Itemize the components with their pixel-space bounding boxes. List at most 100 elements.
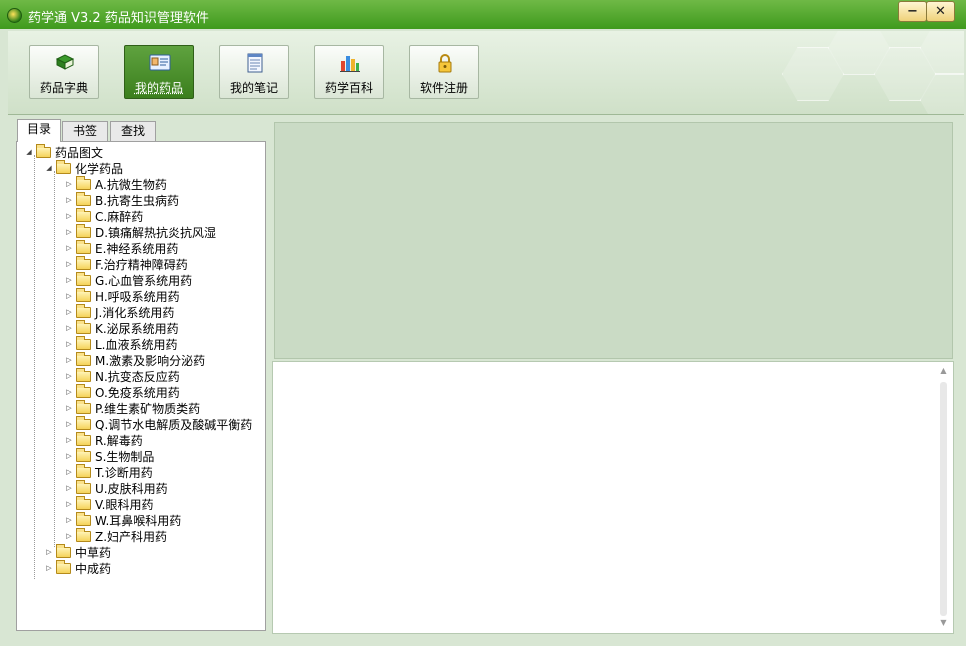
collapse-arrow-icon[interactable]: ◢ [25, 148, 33, 156]
scrollbar-track[interactable] [940, 382, 947, 616]
folder-icon [76, 351, 91, 366]
expand-arrow-icon[interactable]: ▷ [65, 212, 73, 220]
tree-node-label: K.泌尿系统用药 [95, 321, 179, 336]
tree-node-category[interactable]: ▷ V.眼科用药 [65, 495, 154, 512]
vertical-scrollbar[interactable]: ▲ ▼ [937, 366, 950, 628]
lock-icon [438, 54, 452, 73]
folder-icon [76, 207, 91, 222]
scroll-down-icon[interactable]: ▼ [937, 618, 950, 628]
expand-arrow-icon[interactable]: ▷ [65, 484, 73, 492]
folder-icon [76, 175, 91, 190]
minimize-button[interactable]: − [898, 1, 927, 22]
tree-node-label: E.神经系统用药 [95, 241, 179, 256]
tree-node-category[interactable]: ▷ H.呼吸系统用药 [65, 287, 180, 304]
tree-node-category[interactable]: ▷ O.免疫系统用药 [65, 383, 180, 400]
tree-node-category[interactable]: ▷ E.神经系统用药 [65, 239, 179, 256]
tree-node-label: T.诊断用药 [95, 465, 153, 480]
expand-arrow-icon[interactable]: ▷ [65, 356, 73, 364]
tree-node-category[interactable]: ▷ F.治疗精神障碍药 [65, 255, 188, 272]
folder-icon [76, 287, 91, 302]
expand-arrow-icon[interactable]: ▷ [65, 468, 73, 476]
tree-node-root[interactable]: ◢ 药品图文 [25, 143, 104, 160]
tree-node-category[interactable]: ▷ S.生物制品 [65, 447, 155, 464]
tab-contents[interactable]: 目录 [17, 119, 61, 142]
tree-node-category[interactable]: ▷ C.麻醉药 [65, 207, 143, 224]
expand-arrow-icon[interactable]: ▷ [65, 244, 73, 252]
folder-icon [76, 255, 91, 270]
expand-arrow-icon[interactable]: ▷ [65, 500, 73, 508]
expand-arrow-icon[interactable]: ▷ [65, 452, 73, 460]
tree-node-label: R.解毒药 [95, 433, 143, 448]
folder-icon [76, 399, 91, 414]
expand-arrow-icon[interactable]: ▷ [65, 276, 73, 284]
collapse-arrow-icon[interactable]: ◢ [45, 164, 53, 172]
tree-node-category[interactable]: ▷ W.耳鼻喉科用药 [65, 511, 181, 528]
tree-node-category[interactable]: ▷ L.血液系统用药 [65, 335, 178, 352]
tree-node-label: 药品图文 [55, 145, 104, 160]
folder-icon [76, 303, 91, 318]
notepad-icon [247, 53, 263, 73]
tree-node-category[interactable]: ▷ G.心血管系统用药 [65, 271, 192, 288]
folder-icon [76, 527, 91, 542]
tree-node-category[interactable]: ▷ B.抗寄生虫病药 [65, 191, 179, 208]
expand-arrow-icon[interactable]: ▷ [65, 292, 73, 300]
tree-node-category[interactable]: ▷ Q.调节水电解质及酸碱平衡药 [65, 415, 253, 432]
tree-node-category[interactable]: ▷ R.解毒药 [65, 431, 143, 448]
tree-node-label: S.生物制品 [95, 449, 155, 464]
left-panel: 目录 书签 查找 ◢ 药品图文 ◢ 化学药品 ▷ A.抗微生物药 ▷ B.抗寄生虫病药… [10, 118, 269, 634]
expand-arrow-icon[interactable]: ▷ [65, 436, 73, 444]
window-title: 药学通 V3.2 药品知识管理软件 [28, 11, 209, 26]
id-card-icon [149, 54, 171, 71]
tree-node-category[interactable]: ▷ A.抗微生物药 [65, 175, 167, 192]
expand-arrow-icon[interactable]: ▷ [65, 180, 73, 188]
expand-arrow-icon[interactable]: ▷ [45, 548, 53, 556]
expand-arrow-icon[interactable]: ▷ [65, 324, 73, 332]
software-registration-button[interactable]: 软件注册 [409, 45, 479, 99]
tree-node-category[interactable]: ▷ D.镇痛解热抗炎抗风湿 [65, 223, 216, 240]
software-registration-label: 软件注册 [419, 81, 468, 95]
tree-node-category[interactable]: ▷ K.泌尿系统用药 [65, 319, 179, 336]
tree-node-label: V.眼科用药 [95, 497, 154, 512]
folder-icon [76, 495, 91, 510]
my-drugs-button[interactable]: 我的药品 [124, 45, 194, 99]
tree-node-label: Q.调节水电解质及酸碱平衡药 [95, 417, 253, 432]
folder-icon [76, 271, 91, 286]
expand-arrow-icon[interactable]: ▷ [45, 564, 53, 572]
expand-arrow-icon[interactable]: ▷ [65, 228, 73, 236]
tree-node-category[interactable]: ▷ U.皮肤科用药 [65, 479, 168, 496]
tree-node-category[interactable]: ▷ P.维生素矿物质类药 [65, 399, 200, 416]
folder-icon [76, 335, 91, 350]
tree-node-category[interactable]: ▷ N.抗变态反应药 [65, 367, 180, 384]
tree-node-category[interactable]: ▷ M.激素及影响分泌药 [65, 351, 205, 368]
expand-arrow-icon[interactable]: ▷ [65, 420, 73, 428]
tree-node-category[interactable]: ▷ J.消化系统用药 [65, 303, 175, 320]
tree-node-chemical[interactable]: ◢ 化学药品 [45, 159, 123, 176]
folder-icon [76, 319, 91, 334]
tree-node-category[interactable]: ▷ Z.妇产科用药 [65, 527, 167, 544]
expand-arrow-icon[interactable]: ▷ [65, 532, 73, 540]
expand-arrow-icon[interactable]: ▷ [65, 308, 73, 316]
folder-icon [56, 159, 71, 174]
drug-dictionary-button[interactable]: 药品字典 [29, 45, 99, 99]
expand-arrow-icon[interactable]: ▷ [65, 372, 73, 380]
expand-arrow-icon[interactable]: ▷ [65, 340, 73, 348]
expand-arrow-icon[interactable]: ▷ [65, 388, 73, 396]
tree-node-label: J.消化系统用药 [95, 305, 175, 320]
tree-node-label: 中成药 [75, 561, 112, 576]
folder-icon [76, 479, 91, 494]
expand-arrow-icon[interactable]: ▷ [65, 260, 73, 268]
tab-search[interactable]: 查找 [110, 121, 156, 141]
tree-node-patent[interactable]: ▷ 中成药 [45, 559, 112, 576]
content-text-pane[interactable]: ▲ ▼ [272, 361, 954, 634]
tab-bookmarks[interactable]: 书签 [62, 121, 108, 141]
close-button[interactable]: ✕ [926, 1, 955, 22]
pharmacy-encyclopedia-button[interactable]: 药学百科 [314, 45, 384, 99]
tree-node-herbal[interactable]: ▷ 中草药 [45, 543, 111, 560]
folder-icon [76, 463, 91, 478]
tree-node-category[interactable]: ▷ T.诊断用药 [65, 463, 153, 480]
my-notes-button[interactable]: 我的笔记 [219, 45, 289, 99]
expand-arrow-icon[interactable]: ▷ [65, 516, 73, 524]
expand-arrow-icon[interactable]: ▷ [65, 404, 73, 412]
expand-arrow-icon[interactable]: ▷ [65, 196, 73, 204]
scroll-up-icon[interactable]: ▲ [937, 366, 950, 376]
